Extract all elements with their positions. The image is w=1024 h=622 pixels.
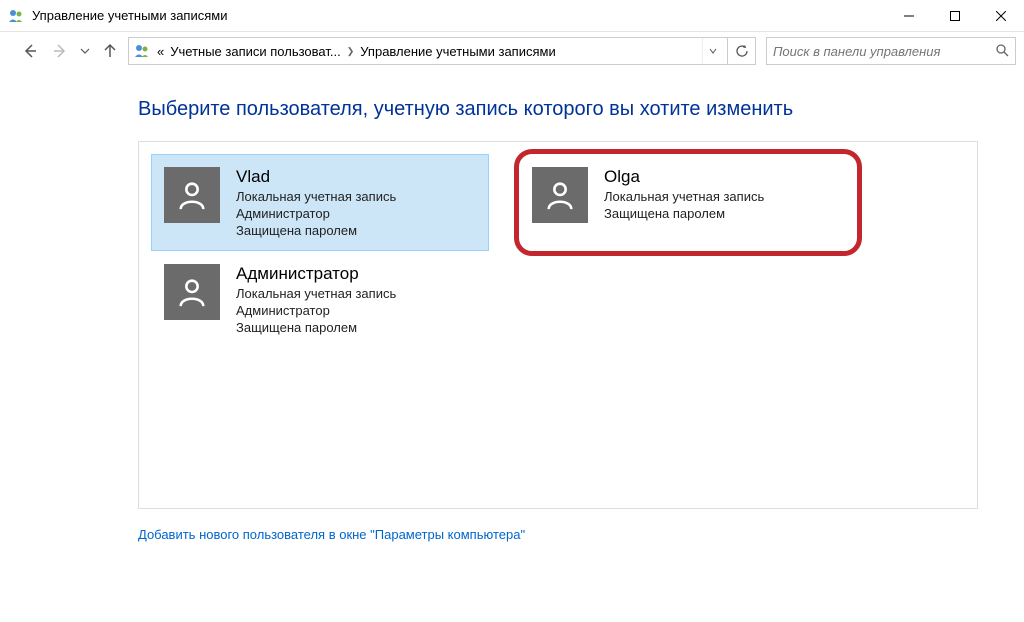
close-button[interactable] bbox=[978, 0, 1024, 32]
forward-button[interactable] bbox=[48, 39, 72, 63]
up-button[interactable] bbox=[98, 39, 122, 63]
maximize-button[interactable] bbox=[932, 0, 978, 32]
recent-locations-button[interactable] bbox=[78, 39, 92, 63]
avatar bbox=[164, 167, 220, 223]
page-heading: Выберите пользователя, учетную запись ко… bbox=[138, 98, 994, 121]
user-list: Vlad Локальная учетная запись Администра… bbox=[151, 154, 965, 348]
user-detail-line: Локальная учетная запись bbox=[236, 286, 396, 301]
titlebar: Управление учетными записями bbox=[0, 0, 1024, 32]
user-card-admin[interactable]: Администратор Локальная учетная запись А… bbox=[151, 251, 489, 348]
user-name: Vlad bbox=[236, 167, 396, 187]
avatar bbox=[164, 264, 220, 320]
user-detail-line: Локальная учетная запись bbox=[604, 189, 764, 204]
content-area: Выберите пользователя, учетную запись ко… bbox=[0, 70, 1024, 562]
user-card-olga[interactable]: Olga Локальная учетная запись Защищена п… bbox=[519, 154, 857, 251]
user-detail-line: Администратор bbox=[236, 206, 396, 221]
address-dropdown-button[interactable] bbox=[702, 38, 723, 64]
user-info: Olga Локальная учетная запись Защищена п… bbox=[604, 167, 764, 223]
user-detail-line: Защищена паролем bbox=[236, 320, 396, 335]
refresh-button[interactable] bbox=[728, 37, 756, 65]
search-box[interactable] bbox=[766, 37, 1016, 65]
search-icon[interactable] bbox=[995, 43, 1009, 60]
user-detail-line: Администратор bbox=[236, 303, 396, 318]
user-detail-line: Локальная учетная запись bbox=[236, 189, 396, 204]
address-bar[interactable]: « Учетные записи пользоват... ❯ Управлен… bbox=[128, 37, 728, 65]
nav-row: « Учетные записи пользоват... ❯ Управлен… bbox=[0, 32, 1024, 70]
back-button[interactable] bbox=[18, 39, 42, 63]
add-user-link[interactable]: Добавить нового пользователя в окне "Пар… bbox=[138, 527, 994, 542]
search-input[interactable] bbox=[773, 44, 995, 59]
user-detail-line: Защищена паролем bbox=[604, 206, 764, 221]
location-icon bbox=[133, 42, 151, 60]
users-panel: Vlad Локальная учетная запись Администра… bbox=[138, 141, 978, 509]
user-detail-line: Защищена паролем bbox=[236, 223, 396, 238]
minimize-button[interactable] bbox=[886, 0, 932, 32]
window-title: Управление учетными записями bbox=[32, 8, 227, 23]
avatar bbox=[532, 167, 588, 223]
chevron-right-icon[interactable]: ❯ bbox=[347, 46, 355, 57]
user-name: Olga bbox=[604, 167, 764, 187]
breadcrumb-prefix[interactable]: « bbox=[157, 44, 164, 59]
user-card-vlad[interactable]: Vlad Локальная учетная запись Администра… bbox=[151, 154, 489, 251]
app-icon bbox=[8, 8, 24, 24]
breadcrumb-seg-2[interactable]: Управление учетными записями bbox=[360, 44, 555, 59]
user-info: Администратор Локальная учетная запись А… bbox=[236, 264, 396, 335]
user-name: Администратор bbox=[236, 264, 396, 284]
breadcrumb-seg-1[interactable]: Учетные записи пользоват... bbox=[170, 44, 340, 59]
user-info: Vlad Локальная учетная запись Администра… bbox=[236, 167, 396, 238]
